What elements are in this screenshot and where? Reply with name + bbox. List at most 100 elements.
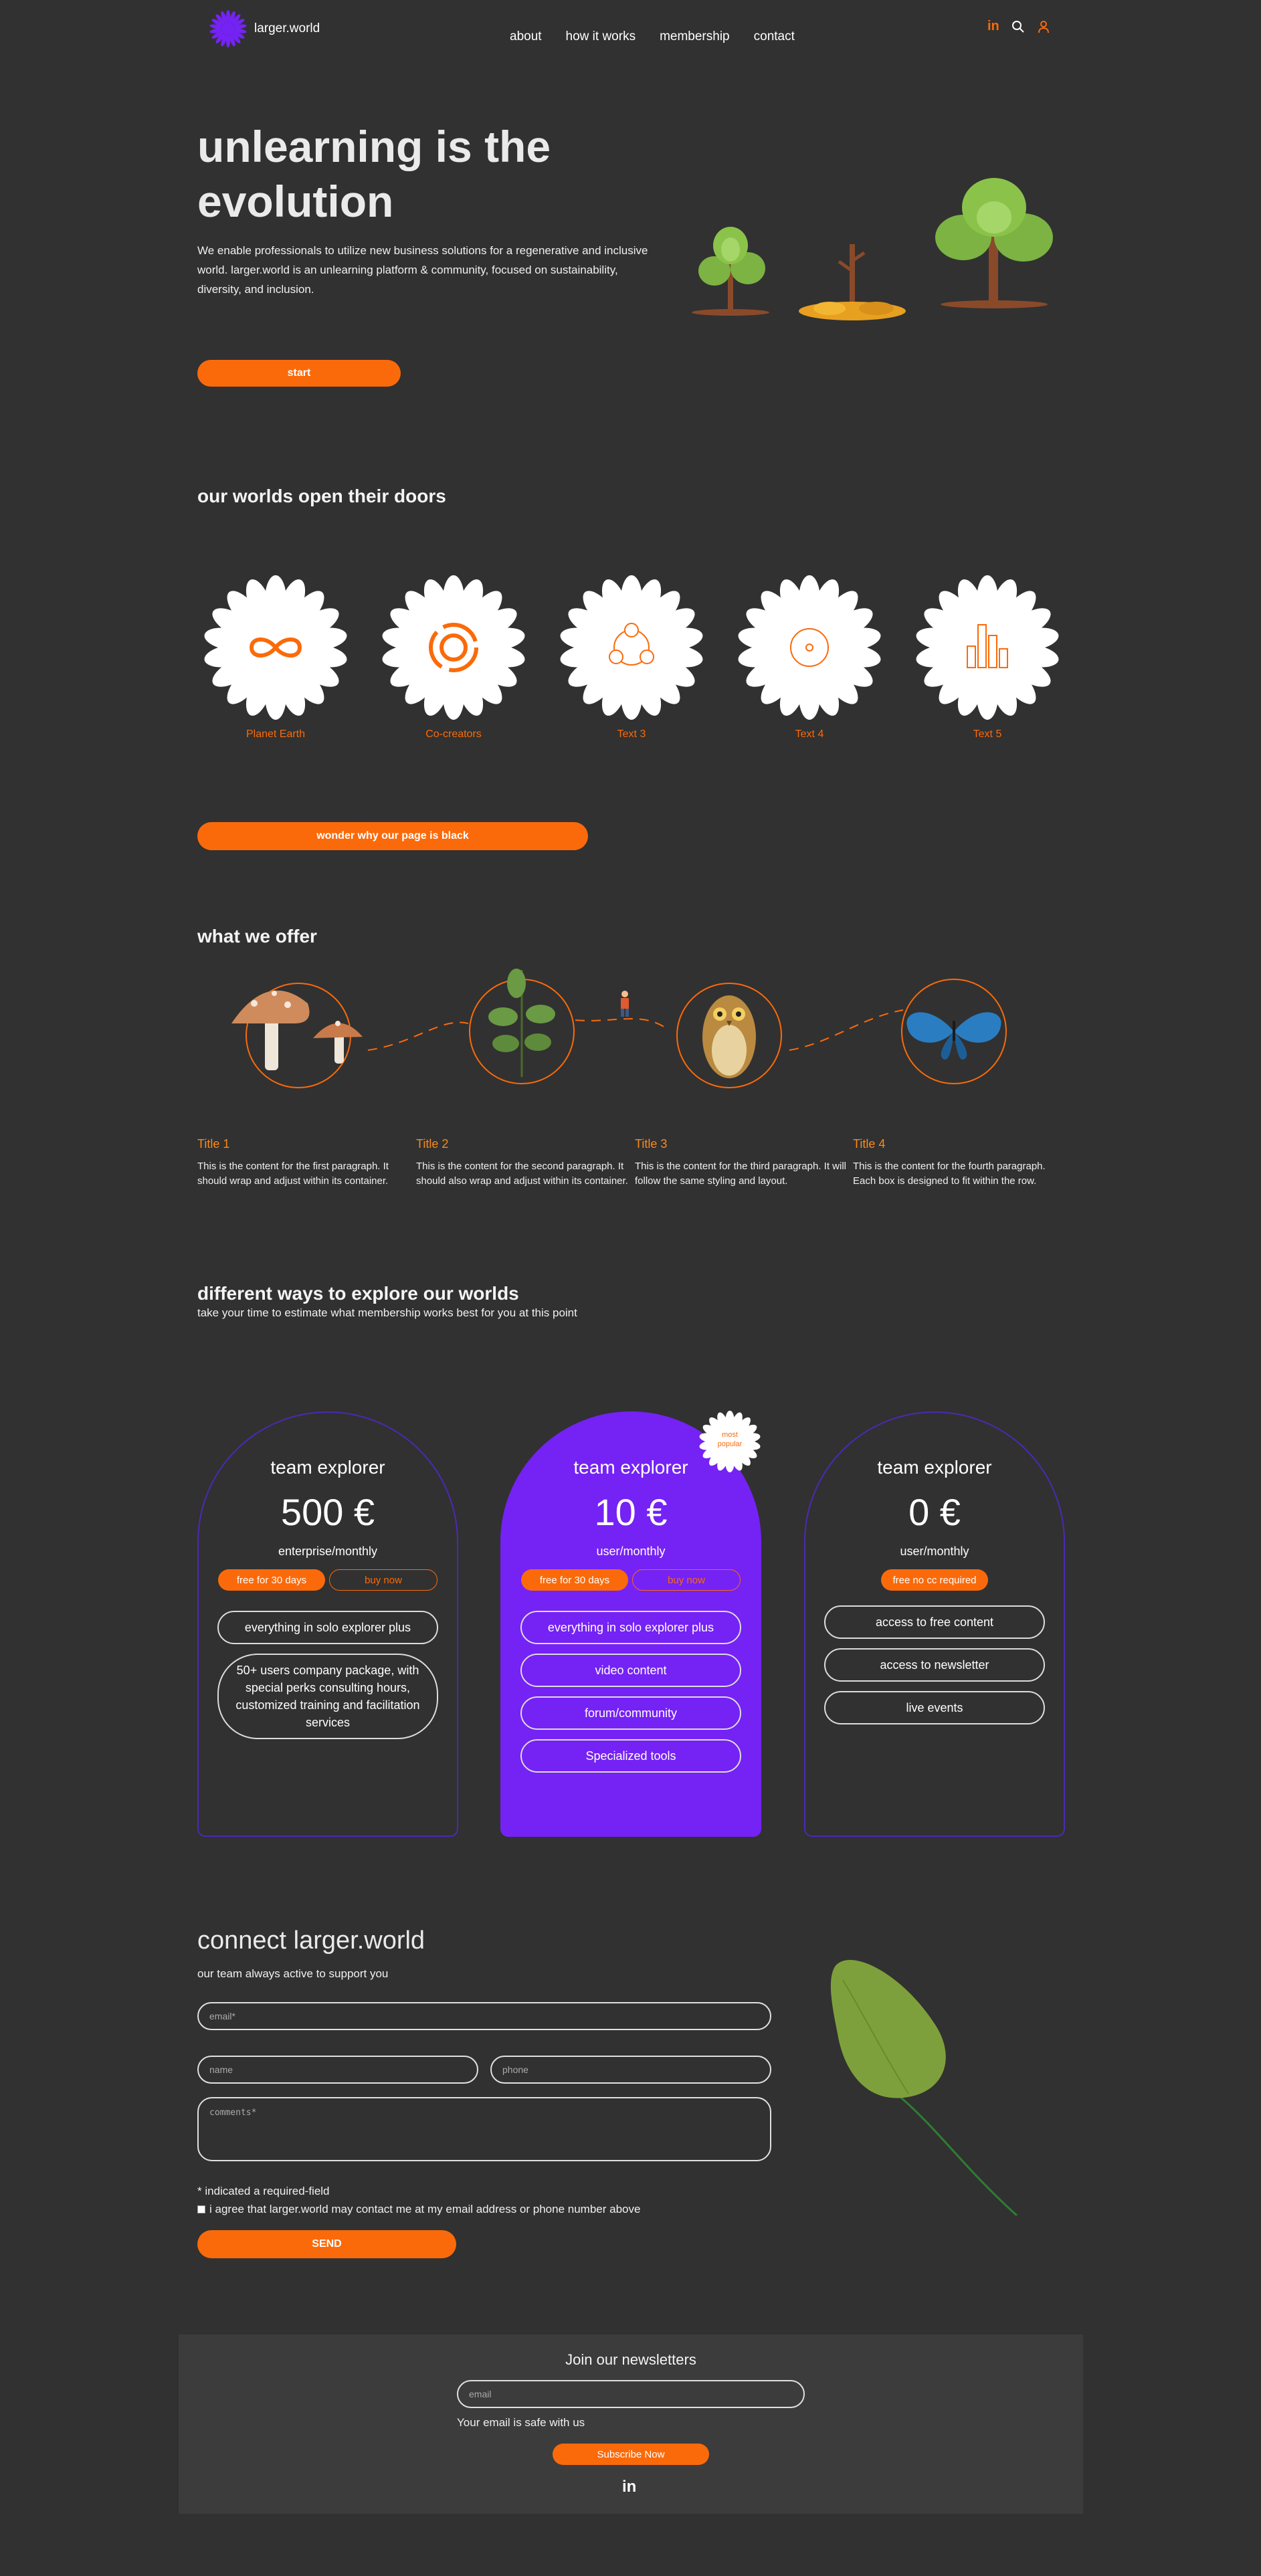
consent-row: i agree that larger.world may contact me… [197,2203,640,2216]
target-icon [736,574,883,721]
feature-pill: everything in solo explorer plus [217,1611,438,1644]
pricing-title: different ways to explore our worlds [197,1283,519,1304]
offer-item-3: Title 3 This is the content for the thir… [635,1137,849,1189]
pricing-card-enterprise: team explorer 500 € enterprise/monthly f… [197,1411,458,1837]
name-field[interactable]: name [197,2056,478,2084]
buy-now-button[interactable]: buy now [329,1569,438,1591]
pricing-card-popular: team explorer 10 € user/monthly free for… [500,1411,761,1837]
hero-title-line2: evolution [197,177,394,226]
feature-pill: access to free content [824,1605,1045,1639]
header-icons: in [987,19,1050,34]
flower-logo-icon [209,9,248,48]
world-planet-earth[interactable]: Planet Earth [202,574,349,740]
nav-membership[interactable]: membership [660,29,730,44]
bars-icon [914,574,1061,721]
world-label: Text 4 [795,728,824,740]
search-icon[interactable] [1011,20,1025,33]
world-label: Text 5 [973,728,1002,740]
leaf-branch-icon [469,969,575,1084]
why-black-button[interactable]: wonder why our page is black [197,822,588,850]
most-popular-badge: most popular [698,1410,761,1473]
world-label: Text 3 [617,728,646,740]
offer-item-text: This is the content for the second parag… [416,1161,628,1187]
hero-title-line1: unlearning is the [197,122,551,171]
hero-title: unlearning is the evolution [197,119,625,229]
offer-item-text: This is the content for the third paragr… [635,1161,846,1187]
offer-illustration [231,969,1007,1088]
free-trial-button[interactable]: free for 30 days [218,1569,325,1591]
nav-contact[interactable]: contact [754,29,795,44]
hiker-icon [621,991,629,1017]
world-label: Co-creators [425,728,482,740]
owl-icon [676,983,782,1088]
pricing-card-free: team explorer 0 € user/monthly free no c… [804,1411,1065,1837]
offer-item-title: Title 4 [853,1137,886,1151]
free-trial-button[interactable]: free for 30 days [521,1569,628,1591]
main-nav: about how it works membership contact [510,29,795,44]
world-label: Planet Earth [246,728,306,740]
subscribe-button[interactable]: Subscribe Now [553,2444,709,2465]
offer-item-text: This is the content for the first paragr… [197,1161,389,1187]
contact-title: connect larger.world [197,1926,425,1955]
offer-title: what we offer [197,926,317,947]
feature-pill: video content [520,1654,741,1687]
butterfly-icon [901,979,1007,1084]
footer-linkedin-icon[interactable]: in [622,2478,636,2496]
offer-item-text: This is the content for the fourth parag… [853,1161,1046,1187]
offer-item-2: Title 2 This is the content for the seco… [416,1137,630,1189]
card-period: enterprise/monthly [278,1545,378,1558]
big-tree-icon [935,178,1053,308]
infinity-icon [202,574,349,721]
card-price: 0 € [908,1491,961,1533]
user-icon[interactable] [1037,20,1050,33]
feature-pill: forum/community [520,1696,741,1730]
logo-text: larger.world [254,21,320,35]
leaf-icon [830,1960,1018,2217]
linkedin-icon[interactable]: in [987,19,999,34]
email-field[interactable]: email* [197,2002,771,2030]
stump-icon [799,244,906,320]
badge-text: most popular [717,1431,743,1448]
card-period: user/monthly [596,1545,666,1558]
feature-pill: access to newsletter [824,1648,1045,1682]
world-co-creators[interactable]: Co-creators [380,574,527,740]
mushroom-icon [231,983,363,1088]
world-text-3[interactable]: Text 3 [558,574,705,740]
free-no-cc-button[interactable]: free no cc required [881,1569,988,1591]
offer-item-1: Title 1 This is the content for the firs… [197,1137,411,1189]
nav-about[interactable]: about [510,29,542,44]
logo[interactable]: larger.world [209,9,320,48]
trees-illustration [692,178,1053,320]
card-name: team explorer [270,1457,385,1478]
send-button[interactable]: SEND [197,2230,456,2258]
feature-pill: live events [824,1691,1045,1724]
required-note: * indicated a required-field [197,2185,330,2197]
card-price: 10 € [594,1491,668,1533]
small-tree-icon [692,227,769,316]
circles-icon [380,574,527,721]
consent-text: i agree that larger.world may contact me… [209,2203,641,2215]
card-period: user/monthly [900,1545,969,1558]
feature-pill: 50+ users company package, with special … [217,1654,438,1739]
triad-icon [558,574,705,721]
newsletter-safe-note: Your email is safe with us [457,2416,585,2429]
card-price: 500 € [280,1491,375,1533]
feature-pill: everything in solo explorer plus [520,1611,741,1644]
offer-item-title: Title 3 [635,1137,668,1151]
comments-field[interactable]: comments* [197,2097,771,2161]
buy-now-button[interactable]: buy now [632,1569,741,1591]
world-text-4[interactable]: Text 4 [736,574,883,740]
offer-item-title: Title 2 [416,1137,449,1151]
nav-how-it-works[interactable]: how it works [566,29,636,44]
world-text-5[interactable]: Text 5 [914,574,1061,740]
hero-text: We enable professionals to utilize new b… [197,244,648,296]
pricing-subtitle: take your time to estimate what membersh… [197,1306,577,1319]
start-button[interactable]: start [197,360,401,387]
feature-pill: Specialized tools [520,1739,741,1773]
worlds-title: our worlds open their doors [197,486,446,506]
newsletter-email-field[interactable]: email [457,2380,805,2408]
contact-subtitle: our team always active to support you [197,1967,389,1980]
consent-checkbox[interactable] [197,2205,205,2213]
phone-field[interactable]: phone [490,2056,771,2084]
newsletter-title: Join our newsletters [565,2351,696,2368]
